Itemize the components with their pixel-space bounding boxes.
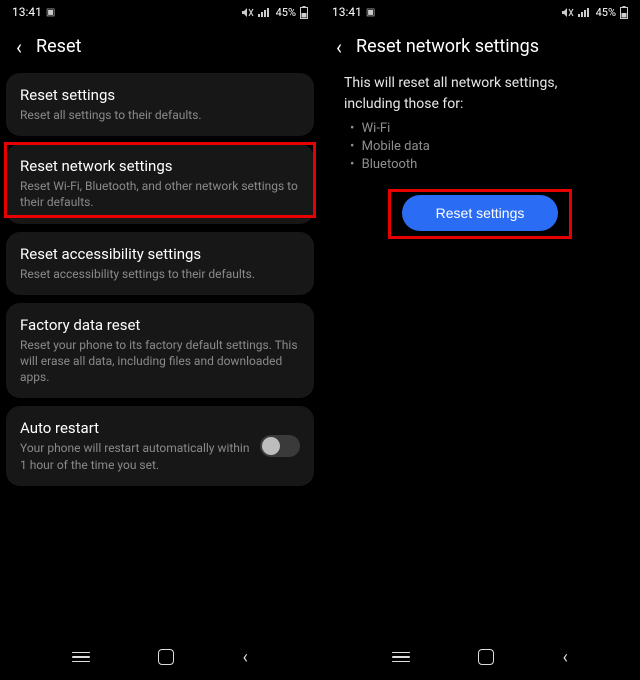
bullet-item: Wi-Fi [350,121,610,136]
item-title: Reset accessibility settings [20,245,300,263]
item-title: Factory data reset [20,316,300,334]
reset-network-content: This will reset all network settings, in… [320,73,640,638]
toggle-knob [262,437,280,455]
battery-icon [300,6,308,19]
screenshot-icon: ▣ [46,7,55,18]
status-time: 13:41 [332,5,362,19]
item-sub: Reset your phone to its factory default … [20,337,300,386]
status-bar: 13:41 ▣ 45% [0,0,320,24]
battery-icon [620,6,628,19]
page-title: Reset network settings [356,36,539,57]
phone-right: 13:41 ▣ 45% ‹ Reset network settings Thi… [320,0,640,680]
bullet-item: Bluetooth [350,157,610,172]
header: ‹ Reset [0,24,320,73]
item-sub: Reset all settings to their defaults. [20,107,300,123]
item-sub: Your phone will restart automatically wi… [20,440,252,472]
reset-settings-row[interactable]: Reset settings Reset all settings to the… [6,73,314,136]
item-title: Reset settings [20,86,300,104]
header: ‹ Reset network settings [320,24,640,73]
item-title: Auto restart [20,419,252,437]
screenshot-icon: ▣ [366,7,375,18]
nav-bar: ‹ [320,638,640,680]
back-icon[interactable]: ‹ [336,37,342,57]
status-time: 13:41 [12,5,42,19]
factory-reset-row[interactable]: Factory data reset Reset your phone to i… [6,303,314,399]
nav-recent-icon[interactable] [72,652,90,663]
bullet-item: Mobile data [350,139,610,154]
signal-icon [578,7,592,17]
auto-restart-row[interactable]: Auto restart Your phone will restart aut… [6,406,314,485]
nav-bar: ‹ [0,638,320,680]
battery-text: 45% [276,6,296,19]
mute-icon [241,7,254,18]
signal-icon [258,7,272,17]
battery-text: 45% [596,6,616,19]
back-icon[interactable]: ‹ [16,37,22,57]
page-title: Reset [36,36,81,57]
item-sub: Reset accessibility settings to their de… [20,266,300,282]
item-title: Reset network settings [20,157,300,175]
item-sub: Reset Wi-Fi, Bluetooth, and other networ… [20,178,300,210]
nav-recent-icon[interactable] [392,652,410,663]
nav-home-icon[interactable] [478,649,494,665]
settings-list: Reset settings Reset all settings to the… [0,73,320,638]
nav-back-icon[interactable]: ‹ [562,647,567,668]
phone-left: 13:41 ▣ 45% ‹ Reset Reset settings Reset… [0,0,320,680]
status-bar: 13:41 ▣ 45% [320,0,640,24]
reset-network-settings-row[interactable]: Reset network settings Reset Wi-Fi, Blue… [6,144,314,223]
reset-accessibility-row[interactable]: Reset accessibility settings Reset acces… [6,232,314,295]
nav-back-icon[interactable]: ‹ [242,647,247,668]
bullet-list: Wi-Fi Mobile data Bluetooth [326,115,634,172]
auto-restart-toggle[interactable] [260,435,300,457]
reset-settings-button[interactable]: Reset settings [402,195,559,231]
intro-text: This will reset all network settings, in… [326,73,634,115]
mute-icon [561,7,574,18]
nav-home-icon[interactable] [158,649,174,665]
